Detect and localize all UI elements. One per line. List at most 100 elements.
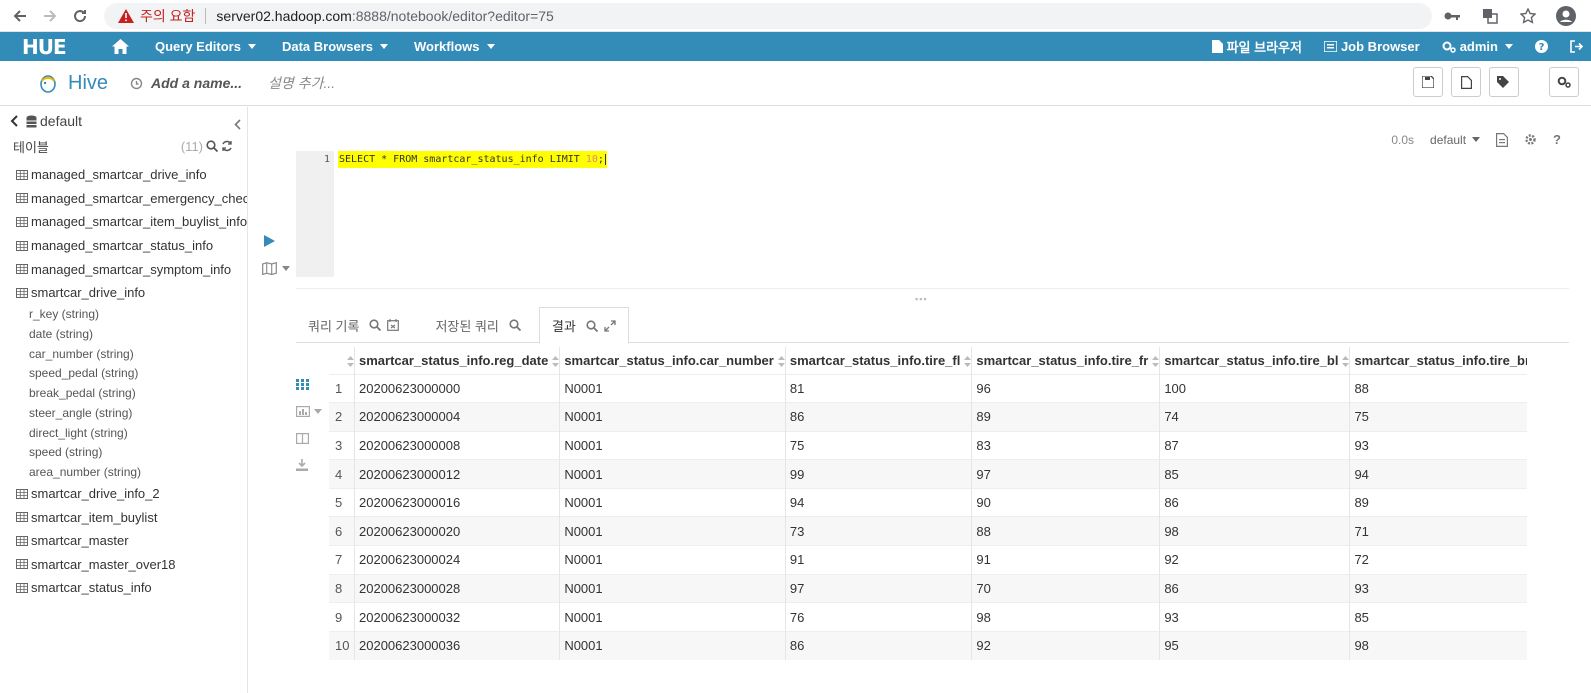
sql-editor[interactable]: SELECT * FROM smartcar_status_info LIMIT… [338, 151, 607, 168]
sidebar-column-item[interactable]: direct_light (string) [0, 423, 247, 443]
sort-icon[interactable] [552, 355, 560, 367]
sidebar-table-item[interactable]: managed_smartcar_symptom_info [0, 257, 247, 281]
tab-saved-queries[interactable]: 저장된 쿼리 [423, 307, 532, 343]
sidebar-column-item[interactable]: steer_angle (string) [0, 403, 247, 423]
workflows-menu[interactable]: Workflows [414, 39, 495, 54]
table-cell: 94 [785, 487, 973, 517]
query-name-field[interactable]: Add a name... [151, 75, 242, 91]
sort-icon[interactable] [964, 355, 972, 367]
tags-button[interactable] [1489, 67, 1519, 97]
sidebar-table-item[interactable]: smartcar_status_info [0, 576, 247, 600]
search-icon[interactable] [586, 319, 598, 332]
sort-icon[interactable] [347, 355, 354, 367]
table-row[interactable]: 620200623000020N0001738898711 [329, 516, 1527, 546]
sidebar-column-item[interactable]: date (string) [0, 324, 247, 344]
home-icon[interactable] [112, 39, 129, 54]
security-warning[interactable]: 주의 요함 [118, 6, 195, 26]
sidebar-table-item[interactable]: managed_smartcar_status_info [0, 234, 247, 258]
column-header[interactable]: smartcar_status_info.car_number [559, 347, 786, 374]
sort-icon[interactable] [1342, 355, 1350, 367]
column-header[interactable]: smartcar_status_info.tire_fr [971, 347, 1161, 374]
column-header[interactable]: smartcar_status_info.tire_bl [1159, 347, 1351, 374]
tab-results[interactable]: 결과 [538, 307, 629, 344]
sidebar-column-item[interactable]: area_number (string) [0, 462, 247, 482]
search-icon[interactable] [509, 319, 521, 331]
sidebar-column-item[interactable]: r_key (string) [0, 305, 247, 325]
collapse-panel-icon[interactable] [234, 119, 241, 130]
reload-icon[interactable] [70, 6, 90, 26]
sidebar-table-item[interactable]: smartcar_master [0, 529, 247, 553]
hue-logo[interactable]: HUE [22, 35, 78, 59]
row-number-header[interactable] [329, 347, 355, 374]
key-icon[interactable] [1441, 5, 1463, 27]
search-icon[interactable] [369, 319, 382, 331]
job-browser-link[interactable]: Job Browser [1323, 39, 1420, 54]
column-header[interactable]: smartcar_status_info.reg_date [354, 347, 561, 374]
column-header[interactable]: smartcar_status_info.tire_fl [785, 347, 973, 374]
database-dropdown[interactable]: default [1430, 133, 1481, 147]
table-cell: 93 [1349, 573, 1527, 603]
table-icon [16, 512, 28, 523]
back-icon[interactable] [10, 6, 30, 26]
tab-query-history[interactable]: 쿼리 기록 [296, 307, 411, 343]
gear-icon[interactable] [1524, 133, 1537, 146]
table-cell: 81 [785, 373, 973, 403]
translate-icon[interactable] [1479, 5, 1501, 27]
file-browser-link[interactable]: 파일 브라우저 [1211, 37, 1302, 56]
sidebar-column-item[interactable]: car_number (string) [0, 344, 247, 364]
sidebar-column-item[interactable]: break_pedal (string) [0, 383, 247, 403]
sidebar-table-item[interactable]: smartcar_item_buylist [0, 505, 247, 529]
table-cell: 98 [1159, 516, 1351, 546]
table-row[interactable]: 220200623000004N0001868974751 [329, 402, 1527, 432]
editor-result-divider[interactable] [296, 288, 1569, 289]
sort-icon[interactable] [1152, 355, 1160, 367]
table-row[interactable]: 1020200623000036N0001869295981 [329, 630, 1527, 660]
table-row[interactable]: 720200623000024N0001919192721 [329, 545, 1527, 575]
columns-icon[interactable] [296, 429, 322, 447]
question-icon[interactable]: ? [1553, 132, 1561, 147]
profile-icon[interactable] [1555, 5, 1577, 27]
help-icon[interactable]: ? [1535, 40, 1548, 53]
sidebar-table-item[interactable]: smartcar_drive_info_2 [0, 482, 247, 506]
save-button[interactable] [1413, 67, 1443, 97]
table-row[interactable]: 920200623000032N0001769893851 [329, 602, 1527, 632]
data-browsers-menu[interactable]: Data Browsers [282, 39, 389, 54]
table-row[interactable]: 420200623000012N0001999785941 [329, 459, 1527, 489]
query-description-field[interactable]: 설명 추가... [268, 73, 335, 93]
table-row[interactable]: 120200623000000N00018196100881 [329, 373, 1527, 403]
resize-handle-icon[interactable]: ▪▪▪ [915, 294, 928, 304]
user-menu[interactable]: admin [1442, 39, 1513, 54]
bookmark-star-icon[interactable] [1517, 5, 1539, 27]
back-chevron-icon[interactable] [10, 115, 18, 127]
table-row[interactable]: 520200623000016N0001949086891 [329, 487, 1527, 517]
table-row[interactable]: 820200623000028N0001977086931 [329, 573, 1527, 603]
query-editors-menu[interactable]: Query Editors [155, 39, 256, 54]
search-icon[interactable] [206, 140, 218, 152]
sort-icon[interactable] [777, 355, 785, 367]
snippets-map-icon[interactable] [262, 262, 290, 275]
calendar-clear-icon[interactable] [387, 319, 400, 331]
sidebar-column-item[interactable]: speed_pedal (string) [0, 364, 247, 384]
expand-icon[interactable] [604, 319, 616, 332]
column-header[interactable]: smartcar_status_info.tire_br [1349, 347, 1527, 374]
sidebar-table-item[interactable]: managed_smartcar_drive_info [0, 163, 247, 187]
new-document-button[interactable] [1451, 67, 1481, 97]
sidebar-table-item[interactable]: managed_smartcar_item_buylist_info [0, 210, 247, 234]
grid-view-icon[interactable] [296, 375, 322, 393]
table-row[interactable]: 320200623000008N0001758387931 [329, 430, 1527, 460]
sidebar-table-item[interactable]: managed_smartcar_emergency_check_info [0, 187, 247, 211]
format-document-icon[interactable] [1496, 132, 1509, 147]
settings-button[interactable] [1549, 67, 1579, 97]
chart-view-icon[interactable] [296, 402, 322, 420]
sidebar-column-item[interactable]: speed (string) [0, 442, 247, 462]
address-bar[interactable]: 주의 요함 server02.hadoop.com:8888/notebook/… [104, 3, 1432, 29]
forward-icon[interactable] [40, 6, 60, 26]
sidebar-table-item[interactable]: smartcar_drive_info [0, 281, 247, 305]
refresh-icon[interactable] [221, 140, 233, 152]
download-icon[interactable] [296, 456, 322, 474]
sidebar-table-item[interactable]: smartcar_master_over18 [0, 553, 247, 577]
database-selector[interactable]: default [0, 107, 247, 135]
history-icon[interactable] [130, 77, 143, 90]
execute-play-icon[interactable] [264, 235, 275, 247]
logout-icon[interactable] [1570, 40, 1583, 53]
